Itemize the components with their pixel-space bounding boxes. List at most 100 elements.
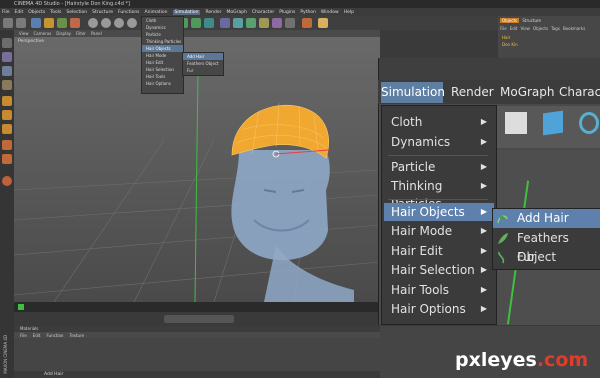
array-icon[interactable] — [259, 18, 269, 28]
small-item-hair-selection[interactable]: Hair Selection — [142, 66, 183, 73]
menu-mograph[interactable]: MoGraph — [227, 10, 247, 15]
om-menu-tags[interactable]: Tags — [551, 26, 560, 31]
spline-icon-large[interactable] — [579, 112, 599, 134]
viewport-menu-display[interactable]: Display — [56, 31, 71, 36]
snap-icon[interactable] — [2, 140, 12, 150]
small-item-hair-options[interactable]: Hair Options — [142, 80, 183, 87]
workplane-icon[interactable] — [2, 80, 12, 90]
rotate-icon[interactable] — [70, 18, 80, 28]
small-item-hair-tools[interactable]: Hair Tools — [142, 73, 183, 80]
menu-help[interactable]: Help — [344, 10, 354, 15]
menu-objects[interactable]: Objects — [28, 10, 45, 15]
viewport-menu-cameras[interactable]: Cameras — [34, 31, 52, 36]
spline-icon[interactable] — [233, 18, 243, 28]
menu-item-hair-selection[interactable]: Hair Selection ▶ — [384, 261, 494, 279]
menu-functions[interactable]: Functions — [118, 10, 140, 15]
render-settings-icon[interactable] — [204, 18, 214, 28]
coord-system-icon[interactable] — [127, 18, 137, 28]
menu-character[interactable]: Character — [252, 10, 274, 15]
small-item-particle[interactable]: Particle — [142, 31, 183, 38]
axis-mode-icon[interactable] — [2, 154, 12, 164]
redo-icon[interactable] — [16, 18, 26, 28]
mat-menu-texture[interactable]: Texture — [69, 333, 84, 338]
menu-item-thinking-particles[interactable]: Thinking Particles▶ — [384, 177, 494, 211]
light-icon[interactable] — [318, 18, 328, 28]
zoom-menu-mograph[interactable]: MoGraph — [500, 85, 555, 99]
cube-icon-large[interactable] — [543, 110, 563, 136]
zoom-menu-character[interactable]: Characte — [559, 85, 600, 99]
camera-icon[interactable] — [302, 18, 312, 28]
move-icon[interactable] — [44, 18, 54, 28]
timeline-ruler[interactable] — [14, 302, 380, 312]
small-item-thinking-particles[interactable]: Thinking Particles — [142, 38, 183, 45]
menu-plugins[interactable]: Plugins — [279, 10, 295, 15]
om-menu-view[interactable]: View — [520, 26, 530, 31]
mat-menu-file[interactable]: File — [20, 333, 27, 338]
playback-buttons[interactable] — [164, 315, 234, 323]
z-axis-icon[interactable] — [114, 18, 124, 28]
menu-tools[interactable]: Tools — [50, 10, 61, 15]
undo-icon[interactable] — [3, 18, 13, 28]
om-row-hair[interactable]: Hair — [502, 35, 510, 40]
menu-edit[interactable]: Edit — [15, 10, 24, 15]
menu-window[interactable]: Window — [321, 10, 339, 15]
sculpt-icon[interactable] — [2, 176, 12, 186]
playhead-marker[interactable] — [18, 304, 24, 310]
small-sub-fur[interactable]: Fur — [183, 67, 223, 74]
mat-menu-function[interactable]: Function — [46, 333, 63, 338]
menu-item-hair-tools[interactable]: Hair Tools ▶ — [384, 281, 494, 299]
viewport-menu-panel[interactable]: Panel — [91, 31, 102, 36]
zoom-menu-render[interactable]: Render — [451, 85, 494, 99]
points-mode-icon[interactable] — [2, 96, 12, 106]
small-item-hair-mode[interactable]: Hair Mode — [142, 52, 183, 59]
menu-item-hair-options[interactable]: Hair Options ▶ — [384, 300, 494, 318]
menu-simulation[interactable]: Simulation — [172, 9, 201, 15]
deformer-icon[interactable] — [272, 18, 282, 28]
texture-mode-icon[interactable] — [2, 66, 12, 76]
menu-item-hair-objects[interactable]: Hair Objects ▶ — [384, 203, 494, 221]
menu-python[interactable]: Python — [300, 10, 316, 15]
render-picture-icon[interactable] — [191, 18, 201, 28]
om-menu-file[interactable]: File — [500, 26, 507, 31]
x-axis-icon[interactable] — [88, 18, 98, 28]
select-icon[interactable] — [31, 18, 41, 28]
submenu-fur[interactable]: Fur — [493, 248, 600, 267]
nurbs-icon[interactable] — [246, 18, 256, 28]
tab-structure[interactable]: Structure — [522, 18, 541, 23]
menu-item-particle[interactable]: Particle ▶ — [384, 158, 494, 176]
om-row-head[interactable]: Don Kin — [502, 42, 518, 47]
cube-icon[interactable] — [220, 18, 230, 28]
small-item-hair-edit[interactable]: Hair Edit — [142, 59, 183, 66]
menu-animation[interactable]: Animation — [145, 10, 168, 15]
menu-file[interactable]: File — [2, 10, 10, 15]
submenu-feathers-object[interactable]: Feathers Object — [493, 229, 600, 264]
submenu-add-hair[interactable]: Add Hair — [493, 209, 600, 228]
small-item-hair-objects[interactable]: Hair Objects — [142, 45, 183, 52]
om-menu-objects[interactable]: Objects — [533, 26, 548, 31]
small-sub-feathers[interactable]: Feathers Object — [183, 60, 223, 67]
make-editable-icon[interactable] — [2, 38, 12, 48]
menu-item-hair-mode[interactable]: Hair Mode ▶ — [384, 222, 494, 240]
menu-item-hair-edit[interactable]: Hair Edit ▶ — [384, 242, 494, 260]
mat-menu-edit[interactable]: Edit — [33, 333, 41, 338]
om-menu-bookmarks[interactable]: Bookmarks — [563, 26, 585, 31]
viewport-menu-view[interactable]: View — [19, 31, 29, 36]
small-sub-add-hair[interactable]: Add Hair — [183, 53, 223, 60]
clapper-icon[interactable] — [505, 112, 527, 134]
edges-mode-icon[interactable] — [2, 110, 12, 120]
small-item-dynamics[interactable]: Dynamics — [142, 24, 183, 31]
om-menu-edit[interactable]: Edit — [510, 26, 518, 31]
model-mode-icon[interactable] — [2, 52, 12, 62]
menu-item-dynamics[interactable]: Dynamics ▶ — [384, 133, 494, 151]
menu-render[interactable]: Render — [205, 10, 221, 15]
scene-icon[interactable] — [285, 18, 295, 28]
menu-item-cloth[interactable]: Cloth ▶ — [384, 113, 494, 131]
zoom-menu-simulation[interactable]: Simulation — [381, 82, 445, 103]
tab-objects[interactable]: Objects — [500, 18, 520, 23]
menu-selection[interactable]: Selection — [66, 10, 87, 15]
polygons-mode-icon[interactable] — [2, 124, 12, 134]
small-item-cloth[interactable]: Cloth — [142, 17, 183, 24]
menu-structure[interactable]: Structure — [92, 10, 113, 15]
y-axis-icon[interactable] — [101, 18, 111, 28]
scale-icon[interactable] — [57, 18, 67, 28]
